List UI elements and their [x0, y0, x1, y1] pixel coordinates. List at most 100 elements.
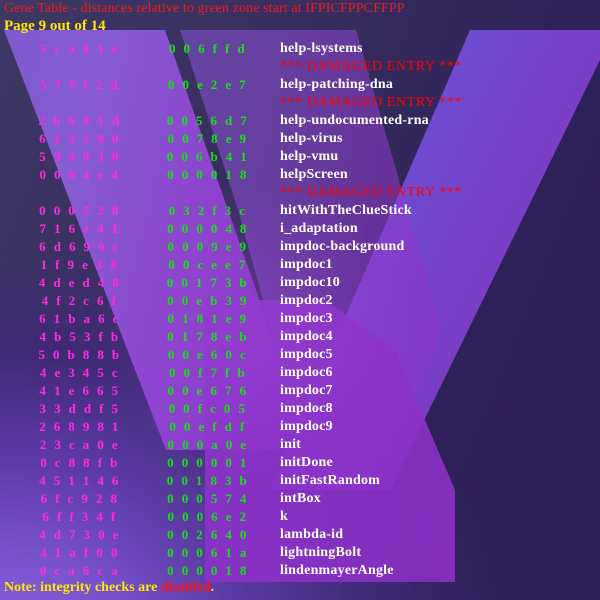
cell-name: impdoc-background: [280, 239, 405, 254]
cell-name: hitWithTheClueStick: [280, 203, 412, 218]
cell-distance: 6 1 b a 6 c: [39, 311, 121, 326]
cell-name: impdoc8: [280, 401, 333, 416]
table-row[interactable]: 0 c a 6 c a 0 0 0 0 1 8 lindenmayerAngle: [0, 562, 600, 580]
cell-name: k: [280, 509, 288, 524]
cell-distance: 6 d 6 9 0 c: [39, 239, 121, 254]
table-row[interactable]: 5 7 9 f 2 d 0 0 e 2 e 7 help-patching-dna: [0, 76, 600, 94]
table-row[interactable]: 2 b 6 8 1 d 0 0 5 6 d 7 help-undocumented-…: [0, 112, 600, 130]
cell-name: help-patching-dna: [280, 77, 394, 92]
cell-name: init: [280, 437, 302, 452]
cell-damaged-entry: *** DAMAGED ENTRY ***: [280, 95, 463, 110]
cell-size: 0 0 f c 0 5: [168, 401, 248, 416]
gene-table: 5 c a 8 1 e 0 0 6 f f d help-lsystems *** D…: [0, 40, 600, 580]
cell-distance: 5 c a 8 1 e: [39, 41, 121, 56]
table-row[interactable]: 5 9 4 9 3 0 0 0 6 b 4 1 help-vmu: [0, 148, 600, 166]
cell-distance: 5 7 9 f 2 d: [39, 77, 121, 92]
table-row[interactable]: 5 c a 8 1 e 0 0 6 f f d help-lsystems: [0, 40, 600, 58]
cell-name: initDone: [280, 455, 333, 470]
table-row[interactable]: 6 f f 3 4 f 0 0 0 6 e 2 k: [0, 508, 600, 526]
cell-damaged-entry: *** DAMAGED ENTRY ***: [280, 185, 463, 200]
cell-distance: 0 0 0 4 e 4: [39, 167, 121, 182]
cell-distance: 4 d e d 4 8: [38, 275, 122, 290]
cell-name: help-virus: [280, 131, 343, 146]
cell-distance: 4 5 1 1 4 6: [39, 473, 121, 488]
cell-name: help-undocumented-rna: [280, 113, 429, 128]
table-row[interactable]: 4 e 3 4 5 c 0 0 f 7 f b impdoc6: [0, 364, 600, 382]
table-row[interactable]: 1 f 9 e 3 8 0 0 c e e 7 impdoc1: [0, 256, 600, 274]
cell-name: intBox: [280, 491, 321, 506]
cell-distance: 4 1 e 6 6 5: [39, 383, 121, 398]
cell-size: 0 0 0 0 4 8: [167, 221, 249, 236]
table-row[interactable]: 2 6 8 9 8 1 0 0 e f d f impdoc9: [0, 418, 600, 436]
table-row[interactable]: 6 f c 9 2 8 0 0 0 5 7 4 intBox: [0, 490, 600, 508]
table-row[interactable]: *** DAMAGED ENTRY ***: [0, 94, 600, 112]
cell-name: impdoc2: [280, 293, 333, 308]
table-row[interactable]: 2 3 c a 0 e 0 0 0 a 0 e init: [0, 436, 600, 454]
cell-distance: 6 f c 9 2 8: [40, 491, 120, 506]
table-row[interactable]: 3 3 d d f 5 0 0 f c 0 5 impdoc8: [0, 400, 600, 418]
cell-size: 0 0 1 8 3 b: [166, 473, 250, 488]
cell-size: 0 0 6 b 4 1: [166, 149, 250, 164]
table-row[interactable]: 4 5 1 1 4 6 0 0 1 8 3 b initFastRandom: [0, 472, 600, 490]
footer-note-suffix: .: [210, 580, 215, 595]
cell-size: 0 0 0 0 0 1: [167, 455, 249, 470]
cell-size: 0 0 e 6 7 6: [167, 383, 249, 398]
table-row[interactable]: 0 c 8 8 f b 0 0 0 0 0 1 initDone: [0, 454, 600, 472]
cell-name: help-lsystems: [280, 41, 363, 56]
cell-damaged-entry: *** DAMAGED ENTRY ***: [280, 59, 463, 74]
table-row[interactable]: 6 d 6 9 0 c 0 0 0 9 e 9 impdoc-background: [0, 238, 600, 256]
cell-name: i_adaptation: [280, 221, 358, 236]
cell-name: impdoc10: [280, 275, 340, 290]
table-row[interactable]: 7 1 6 e 4 1 0 0 0 0 4 8 i_adaptation: [0, 220, 600, 238]
cell-name: lindenmayerAngle: [280, 563, 394, 578]
cell-size: 0 3 2 f 3 c: [168, 203, 248, 218]
table-row[interactable]: *** DAMAGED ENTRY ***: [0, 184, 600, 202]
cell-size: 0 0 f 7 f b: [168, 365, 248, 380]
cell-name: helpScreen: [280, 167, 348, 182]
cell-size: 0 0 e 2 e 7: [167, 77, 249, 92]
table-row[interactable]: 4 d 7 3 0 e 0 0 2 6 4 0 lambda-id: [0, 526, 600, 544]
cell-name: impdoc4: [280, 329, 333, 344]
cell-distance: 7 1 6 e 4 1: [39, 221, 121, 236]
footer-note: Note: integrity checks are disabled.: [4, 580, 214, 596]
cell-size: 0 0 c e e 7: [168, 257, 248, 272]
cell-size: 0 0 0 6 e 2: [167, 509, 249, 524]
cell-name: initFastRandom: [280, 473, 381, 488]
table-row[interactable]: 4 f 2 c 6 f 0 0 e b 3 9 impdoc2: [0, 292, 600, 310]
cell-distance: 5 0 b 8 8 b: [38, 347, 122, 362]
cell-size: 0 0 e 6 0 c: [167, 347, 249, 362]
cell-name: impdoc7: [280, 383, 333, 398]
cell-name: lambda-id: [280, 527, 344, 542]
table-row[interactable]: *** DAMAGED ENTRY ***: [0, 58, 600, 76]
cell-size: 0 1 7 8 e b: [167, 329, 249, 344]
cell-name: impdoc9: [280, 419, 333, 434]
cell-distance: 6 1 3 1 8 0: [39, 131, 121, 146]
table-row[interactable]: 4 d e d 4 8 0 0 1 7 3 b impdoc10: [0, 274, 600, 292]
footer-note-prefix: Note: integrity checks are: [4, 580, 161, 595]
table-row[interactable]: 6 1 b a 6 c 0 1 8 1 e 9 impdoc3: [0, 310, 600, 328]
cell-distance: 2 b 6 8 1 d: [38, 113, 122, 128]
cell-distance: 4 b 5 3 f b: [39, 329, 121, 344]
cell-distance: 5 9 4 9 3 0: [39, 149, 121, 164]
table-row[interactable]: 4 1 e 6 6 5 0 0 e 6 7 6 impdoc7: [0, 382, 600, 400]
table-row[interactable]: 0 0 0 4 e 4 0 0 0 0 1 8 helpScreen: [0, 166, 600, 184]
cell-name: impdoc1: [280, 257, 333, 272]
cell-size: 0 0 0 6 1 a: [167, 545, 249, 560]
cell-size: 0 0 e b 3 9: [167, 293, 249, 308]
table-row[interactable]: 4 1 a f 0 0 0 0 0 6 1 a lightningBolt: [0, 544, 600, 562]
cell-distance: 4 1 a f 0 0: [40, 545, 120, 560]
cell-size: 0 0 0 0 1 8: [167, 167, 249, 182]
cell-distance: 3 3 d d f 5: [39, 401, 121, 416]
cell-name: impdoc5: [280, 347, 333, 362]
page-title: Gene Table - distances relative to green…: [4, 1, 405, 16]
table-row[interactable]: 5 0 b 8 8 b 0 0 e 6 0 c impdoc5: [0, 346, 600, 364]
table-row[interactable]: 0 0 0 5 2 8 0 3 2 f 3 c hitWithTheClueStic…: [0, 202, 600, 220]
table-row[interactable]: 6 1 3 1 8 0 0 0 7 8 e 9 help-virus: [0, 130, 600, 148]
gene-table-screen: Gene Table - distances relative to green…: [0, 0, 600, 600]
cell-size: 0 0 0 9 e 9: [167, 239, 249, 254]
cell-distance: 4 e 3 4 5 c: [39, 365, 121, 380]
cell-distance: 0 0 0 5 2 8: [39, 203, 121, 218]
table-row[interactable]: 4 b 5 3 f b 0 1 7 8 e b impdoc4: [0, 328, 600, 346]
cell-distance: 1 f 9 e 3 8: [40, 257, 120, 272]
cell-size: 0 0 1 7 3 b: [166, 275, 250, 290]
